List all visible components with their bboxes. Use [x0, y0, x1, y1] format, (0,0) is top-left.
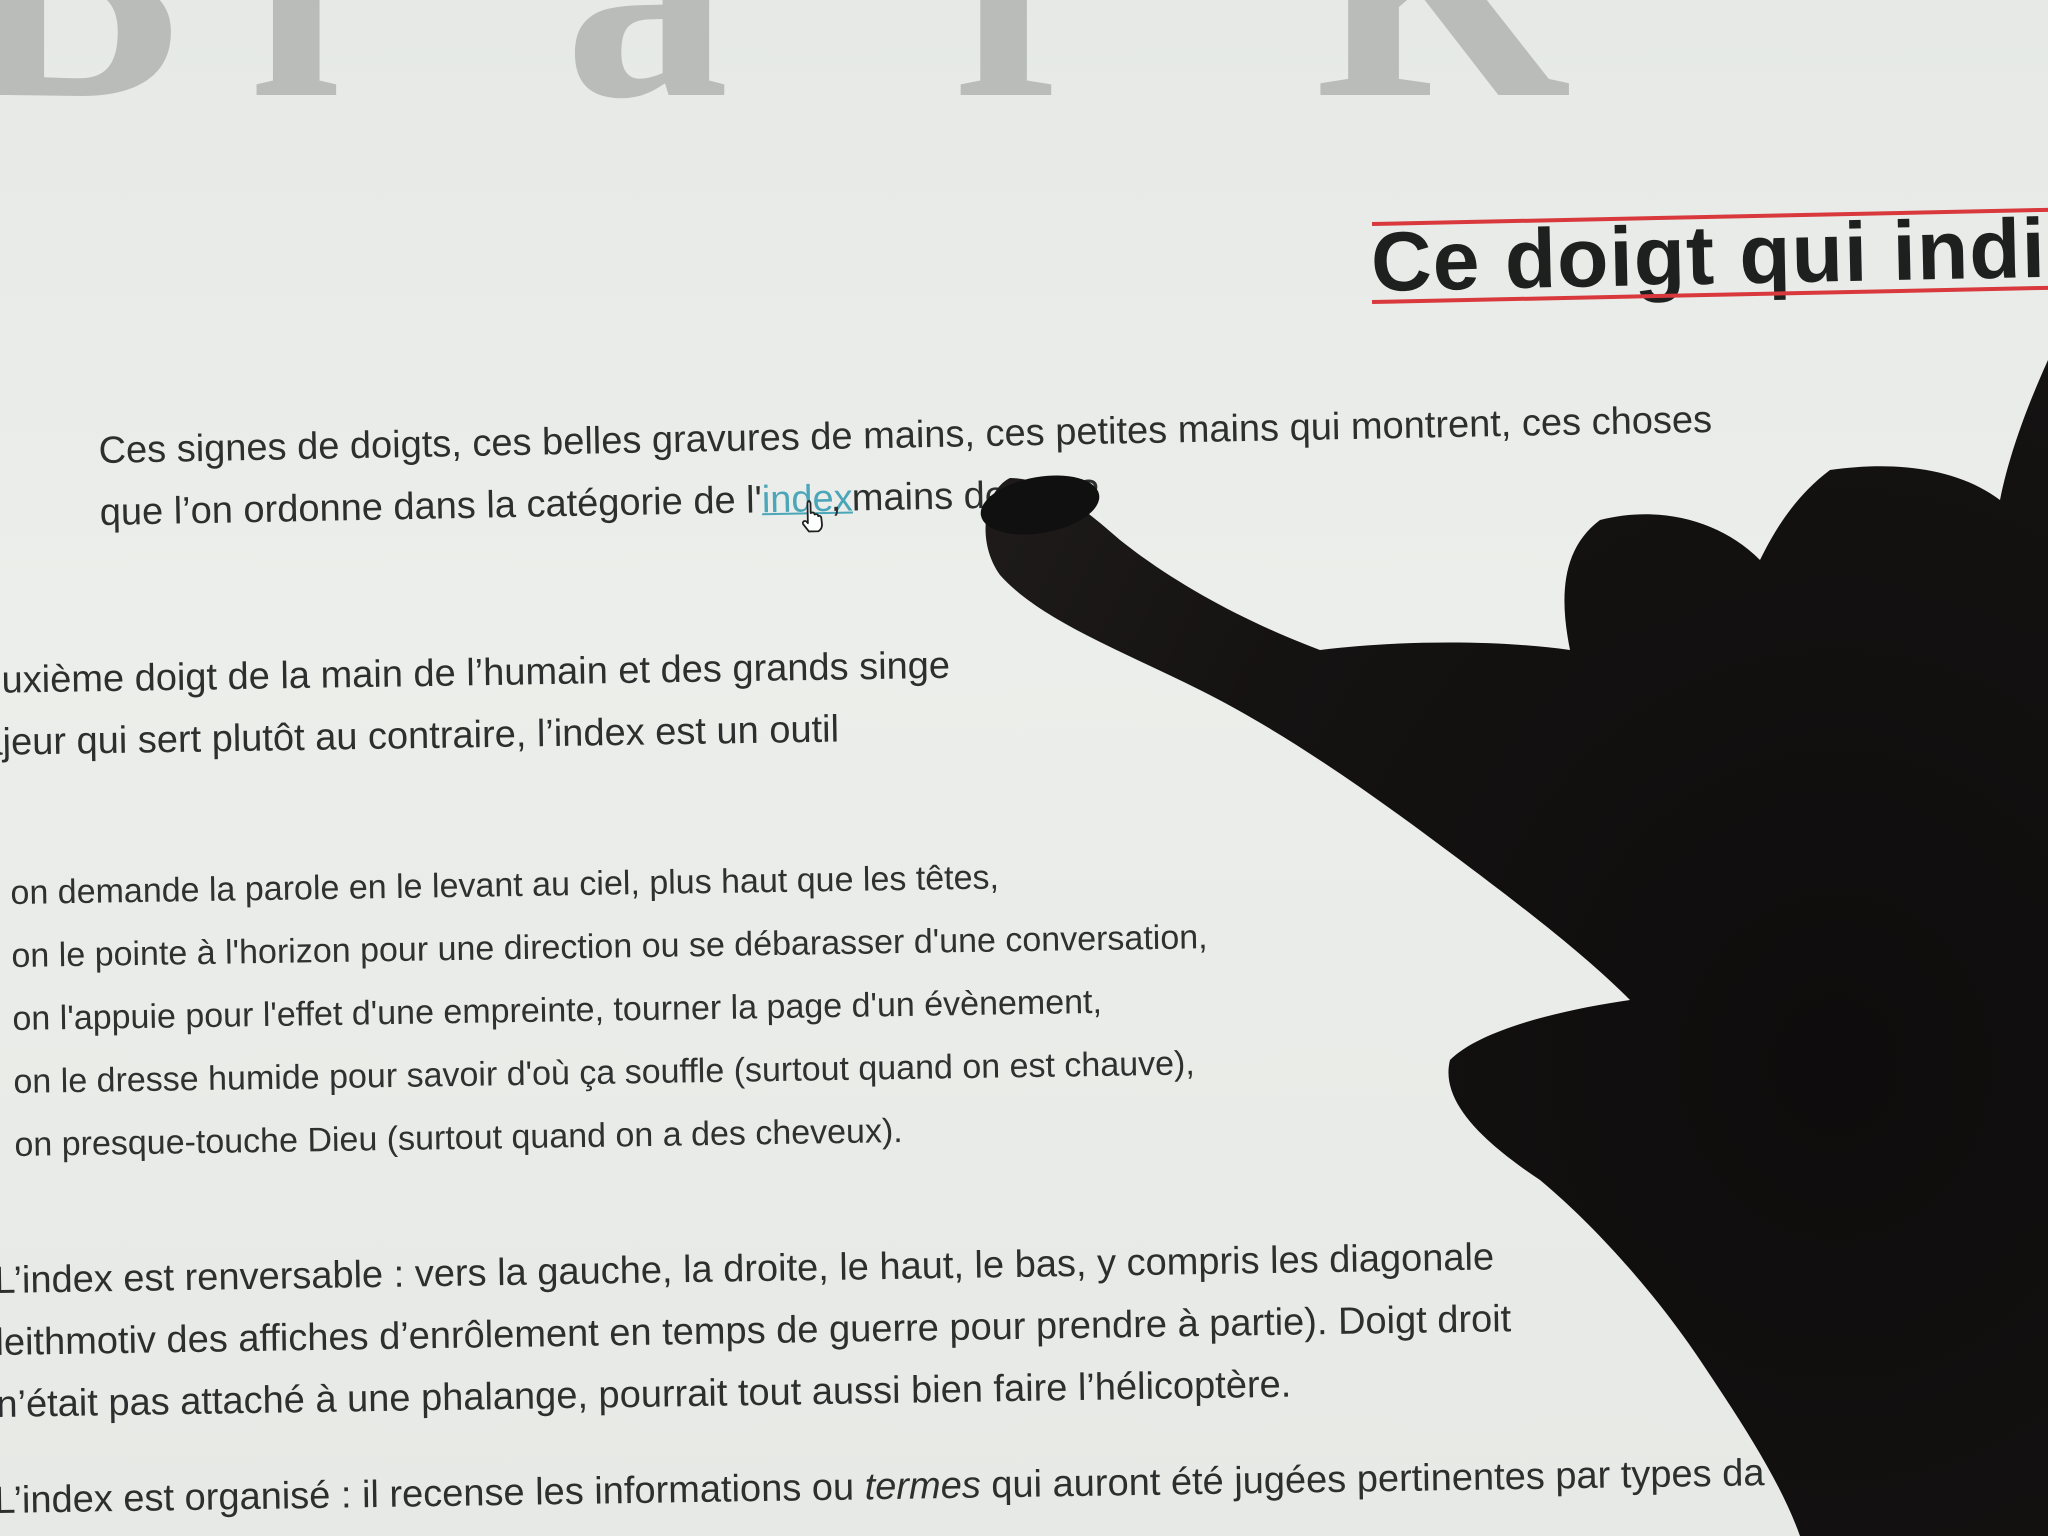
organised-before: L’index est organisé : il recense les in…: [0, 1466, 865, 1522]
intro-line-2-before: que l’on ordonne dans la catégorie de l': [99, 479, 763, 534]
hand-pointer-cursor-icon: [802, 500, 823, 533]
reversible-paragraph: L’index est renversable : vers la gauche…: [0, 1226, 1513, 1436]
organised-paragraph: L’index est organisé : il recense les in…: [0, 1442, 1765, 1532]
screen: Bl a r K Ce doigt qui indiq Ces signes d…: [0, 0, 2048, 1536]
uses-list: on demande la parole en le levant au cie…: [10, 843, 1211, 1177]
organised-italic-term: termes: [864, 1464, 982, 1509]
definition-paragraph: euxième doigt de la main de l’humain et …: [0, 635, 951, 774]
masthead-logo: Bl a r K: [0, 0, 2048, 150]
intro-line-2-after: , mains de qui ?: [830, 472, 1100, 520]
organised-after: qui auront été jugées pertinentes par ty…: [980, 1452, 1765, 1507]
intro-paragraph: Ces signes de doigts, ces belles gravure…: [98, 389, 1714, 547]
